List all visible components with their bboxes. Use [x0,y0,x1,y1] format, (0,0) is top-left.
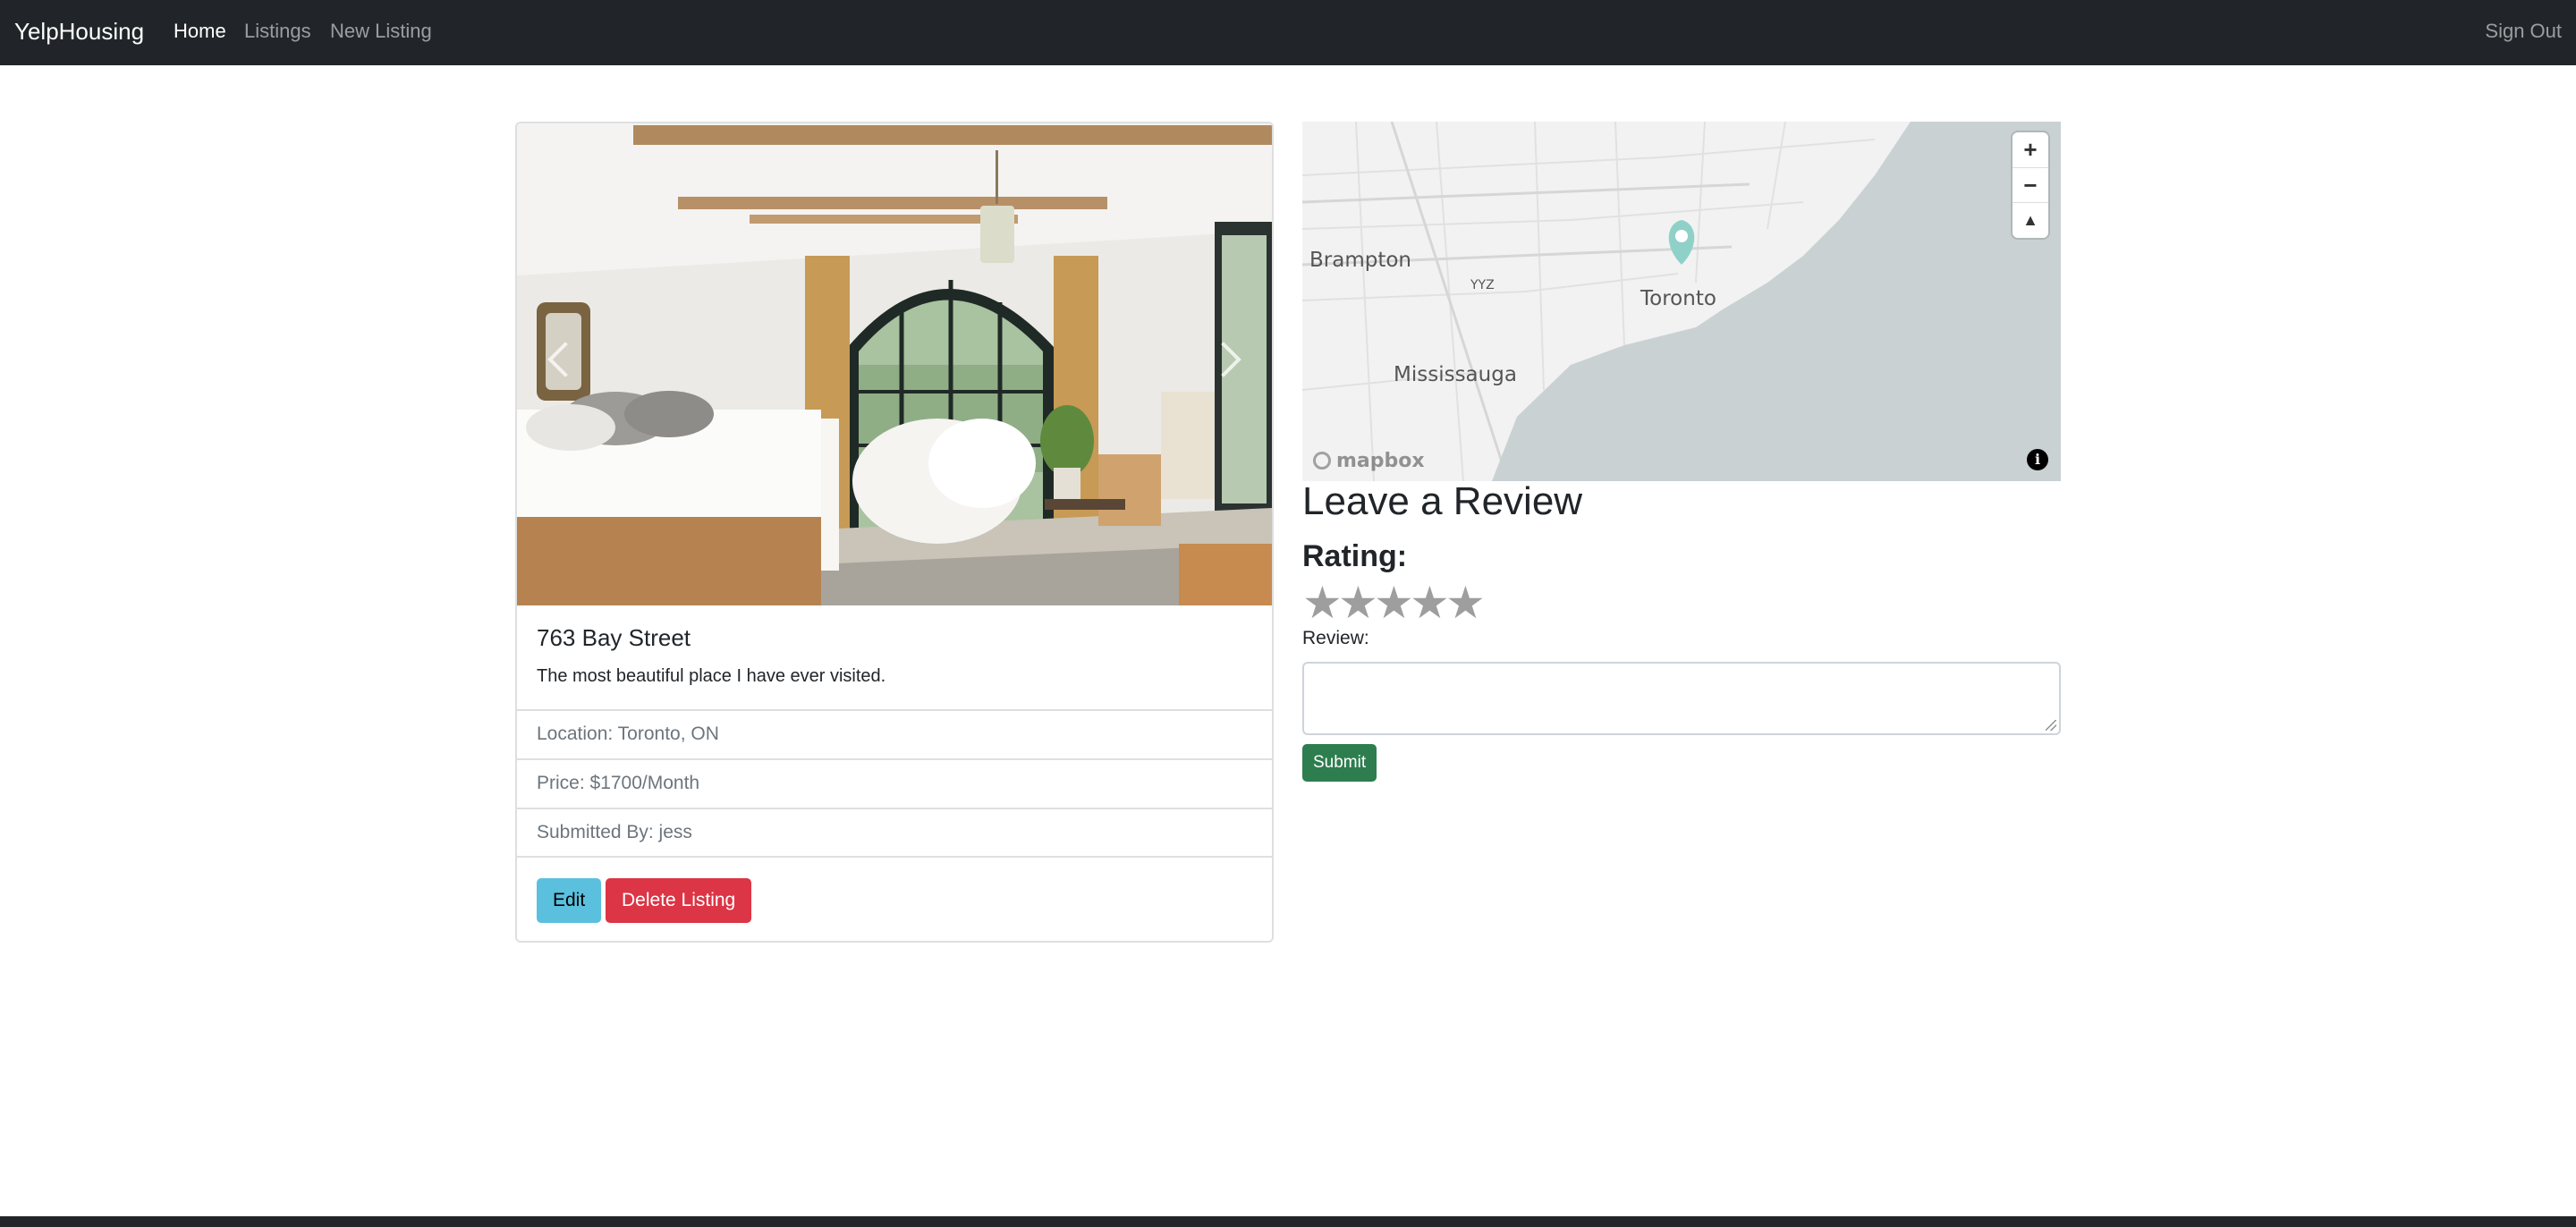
listing-photo [517,123,1272,605]
submit-button[interactable]: Submit [1302,744,1377,782]
sign-out-link[interactable]: Sign Out [2485,20,2562,43]
brand-link[interactable]: YelpHousing [14,18,144,46]
star-icon-4[interactable]: ★ [1410,580,1450,625]
review-textarea[interactable] [1302,662,2061,735]
map-label-mississauga: Mississauga [1394,363,1517,386]
review-heading: Leave a Review [1302,479,1583,523]
listing-title: 763 Bay Street [537,624,691,651]
listing-photo-carousel [517,123,1272,605]
listing-price: Price: $1700/Month [517,758,1272,808]
nav-home-link[interactable]: Home [174,20,226,43]
edit-button[interactable]: Edit [537,878,602,923]
listing-card: 763 Bay Street The most beautiful place … [515,122,1274,943]
listing-submitted-by: Submitted By: jess [517,808,1272,857]
mapbox-logo[interactable]: mapbox [1309,449,1430,474]
rating-label: Rating: [1302,539,1408,573]
star-icon-2[interactable]: ★ [1338,580,1378,625]
map[interactable]: Brampton YYZ Toronto Mississauga + − ▲ m… [1302,122,2061,481]
compass-icon[interactable]: ▲ [2012,202,2048,237]
info-icon[interactable]: i [2027,449,2048,470]
footer [0,1216,2576,1227]
star-icon-5[interactable]: ★ [1445,580,1486,625]
listing-description: The most beautiful place I have ever vis… [537,666,886,686]
nav-new-listing-link[interactable]: New Listing [330,20,432,43]
zoom-in-button[interactable]: + [2012,132,2048,167]
star-icon-3[interactable]: ★ [1374,580,1414,625]
card-footer-divider [517,856,1272,858]
chevron-right-icon [1206,342,1241,377]
resize-grip-icon[interactable] [2046,720,2056,731]
delete-listing-button[interactable]: Delete Listing [606,878,752,923]
star-rating: ★★★★★ [1302,580,1486,626]
star-icon-1[interactable]: ★ [1302,580,1343,625]
map-zoom-controls: + − ▲ [2012,132,2048,238]
review-label: Review: [1302,628,1369,648]
map-label-toronto: Toronto [1640,287,1716,310]
nav-listings-link[interactable]: Listings [244,20,311,43]
map-label-brampton: Brampton [1309,249,1412,272]
map-label-yyz: YYZ [1470,278,1495,292]
navbar: YelpHousing Home Listings New Listing Si… [0,0,2576,65]
carousel-prev-control[interactable] [517,123,615,605]
zoom-out-button[interactable]: − [2012,167,2048,202]
carousel-next-control[interactable] [1174,123,1272,605]
chevron-left-icon [547,342,583,377]
listing-location: Location: Toronto, ON [517,709,1272,758]
